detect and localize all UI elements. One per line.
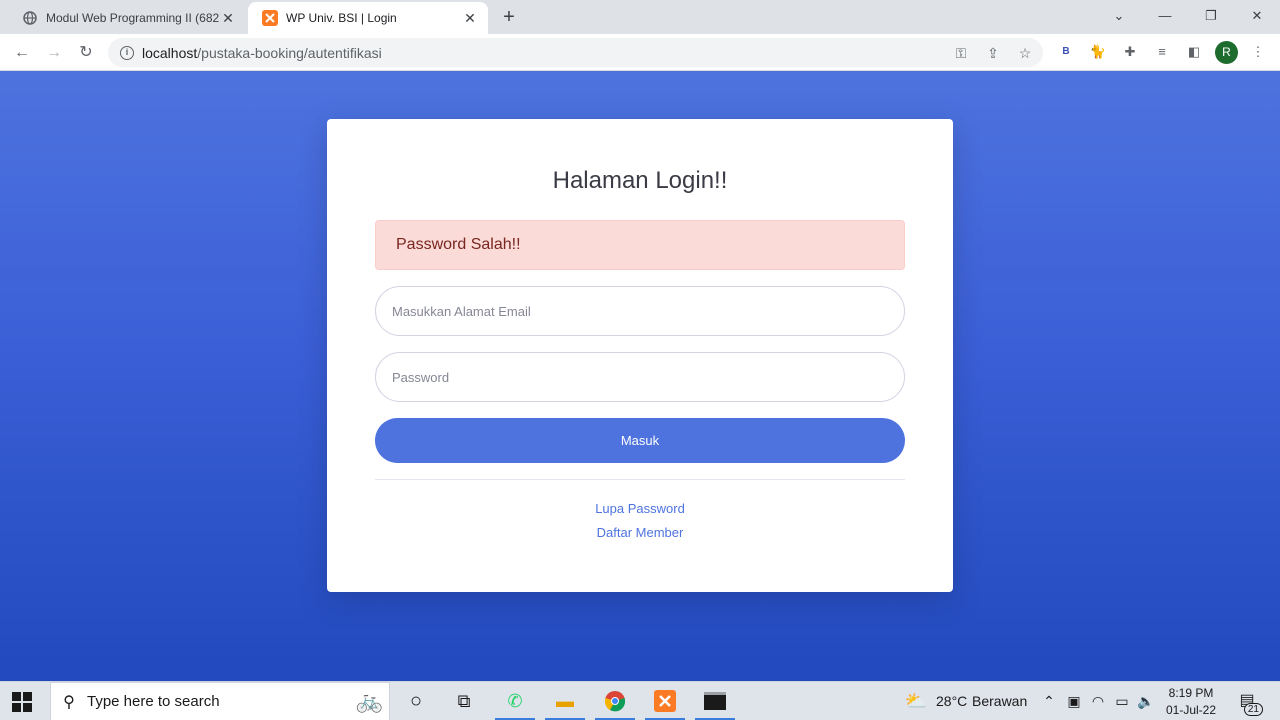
- avatar[interactable]: R: [1215, 41, 1238, 64]
- puzzle-icon[interactable]: ✚: [1120, 42, 1140, 62]
- new-tab-button[interactable]: +: [498, 7, 520, 29]
- close-icon[interactable]: ✕: [220, 10, 236, 26]
- star-icon[interactable]: ☆: [1016, 45, 1034, 61]
- weather-icon[interactable]: ⛅: [902, 688, 930, 714]
- browser-toolbar: ← → ↻ i localhost/pustaka-booking/autent…: [0, 34, 1280, 71]
- close-window-button[interactable]: ✕: [1246, 6, 1268, 26]
- weather-temp[interactable]: 28°C: [936, 693, 967, 709]
- xampp-taskbar-icon[interactable]: [651, 688, 679, 714]
- address-bar[interactable]: i localhost/pustaka-booking/autentifikas…: [108, 38, 1043, 67]
- email-field[interactable]: [375, 286, 905, 336]
- system-clock[interactable]: 8:19 PM 01-Jul-22: [1160, 685, 1222, 719]
- taskbar-search[interactable]: ⚲ Type here to search 🚲: [50, 682, 390, 720]
- taskbar: ⚲ Type here to search 🚲 ○ ⧉ ✆ ▬ ⛅ 28°C B…: [0, 681, 1280, 720]
- url-host: localhost: [142, 44, 198, 61]
- forward-icon[interactable]: →: [43, 42, 65, 64]
- clock-time: 8:19 PM: [1168, 686, 1214, 700]
- url-path: /pustaka-booking/autentifikasi: [197, 44, 382, 61]
- tab-modul-web-programming[interactable]: Modul Web Programming II (682 ✕: [8, 2, 246, 34]
- extension-b-icon[interactable]: B: [1056, 42, 1076, 62]
- clock-date: 01-Jul-22: [1165, 703, 1217, 717]
- divider: [375, 479, 905, 480]
- search-highlight-bicycle-icon: 🚲: [355, 688, 383, 713]
- cortana-icon[interactable]: ○: [402, 688, 430, 714]
- tab-search-chevron-icon[interactable]: ⌄: [1108, 6, 1130, 26]
- media-list-icon[interactable]: ≡: [1152, 42, 1172, 62]
- key-icon[interactable]: ⚿: [952, 45, 970, 61]
- search-icon: ⚲: [63, 693, 75, 711]
- whatsapp-icon[interactable]: ✆: [501, 688, 529, 714]
- error-alert: Password Salah!!: [375, 220, 905, 270]
- notification-icon[interactable]: ▤ 21: [1236, 690, 1263, 716]
- back-icon[interactable]: ←: [11, 42, 33, 64]
- windows-start-icon[interactable]: [12, 692, 32, 712]
- password-field[interactable]: [375, 352, 905, 402]
- share-icon[interactable]: ⇪: [984, 45, 1002, 61]
- weather-desc[interactable]: Berawan: [972, 693, 1027, 709]
- volume-icon[interactable]: 🔈: [1132, 688, 1160, 714]
- login-button[interactable]: Masuk: [375, 418, 905, 463]
- tab-title: WP Univ. BSI | Login: [286, 11, 397, 25]
- globe-icon: [22, 10, 38, 26]
- extension-cat-icon[interactable]: 🐈: [1088, 42, 1108, 62]
- site-info-icon[interactable]: i: [120, 45, 134, 60]
- notification-count: 21: [1243, 703, 1263, 716]
- tab-title: Modul Web Programming II (682: [46, 11, 220, 25]
- task-view-icon[interactable]: ⧉: [450, 688, 478, 714]
- page-title: Halaman Login!!: [552, 167, 728, 194]
- terminal-icon[interactable]: [701, 688, 729, 714]
- side-panel-icon[interactable]: ◧: [1184, 42, 1204, 62]
- xampp-icon: [262, 10, 278, 26]
- forgot-password-link[interactable]: Lupa Password: [327, 501, 953, 516]
- restore-button[interactable]: ❐: [1200, 6, 1222, 26]
- tab-wp-login[interactable]: WP Univ. BSI | Login ✕: [248, 2, 488, 34]
- minimize-button[interactable]: —: [1154, 6, 1176, 26]
- login-card: Halaman Login!! Password Salah!! Masuk L…: [327, 119, 953, 592]
- close-icon[interactable]: ✕: [462, 10, 478, 26]
- taskbar-search-placeholder: Type here to search: [87, 693, 220, 710]
- register-link[interactable]: Daftar Member: [327, 525, 953, 540]
- chevron-up-icon[interactable]: ⌃: [1035, 688, 1063, 714]
- reload-icon[interactable]: ↻: [75, 42, 97, 64]
- tab-strip: Modul Web Programming II (682 ✕ WP Univ.…: [0, 0, 1280, 34]
- menu-icon[interactable]: ⋮: [1248, 42, 1268, 62]
- file-explorer-icon[interactable]: ▬: [551, 688, 579, 714]
- page-viewport: Halaman Login!! Password Salah!! Masuk L…: [0, 71, 1280, 681]
- chrome-icon[interactable]: [601, 688, 629, 714]
